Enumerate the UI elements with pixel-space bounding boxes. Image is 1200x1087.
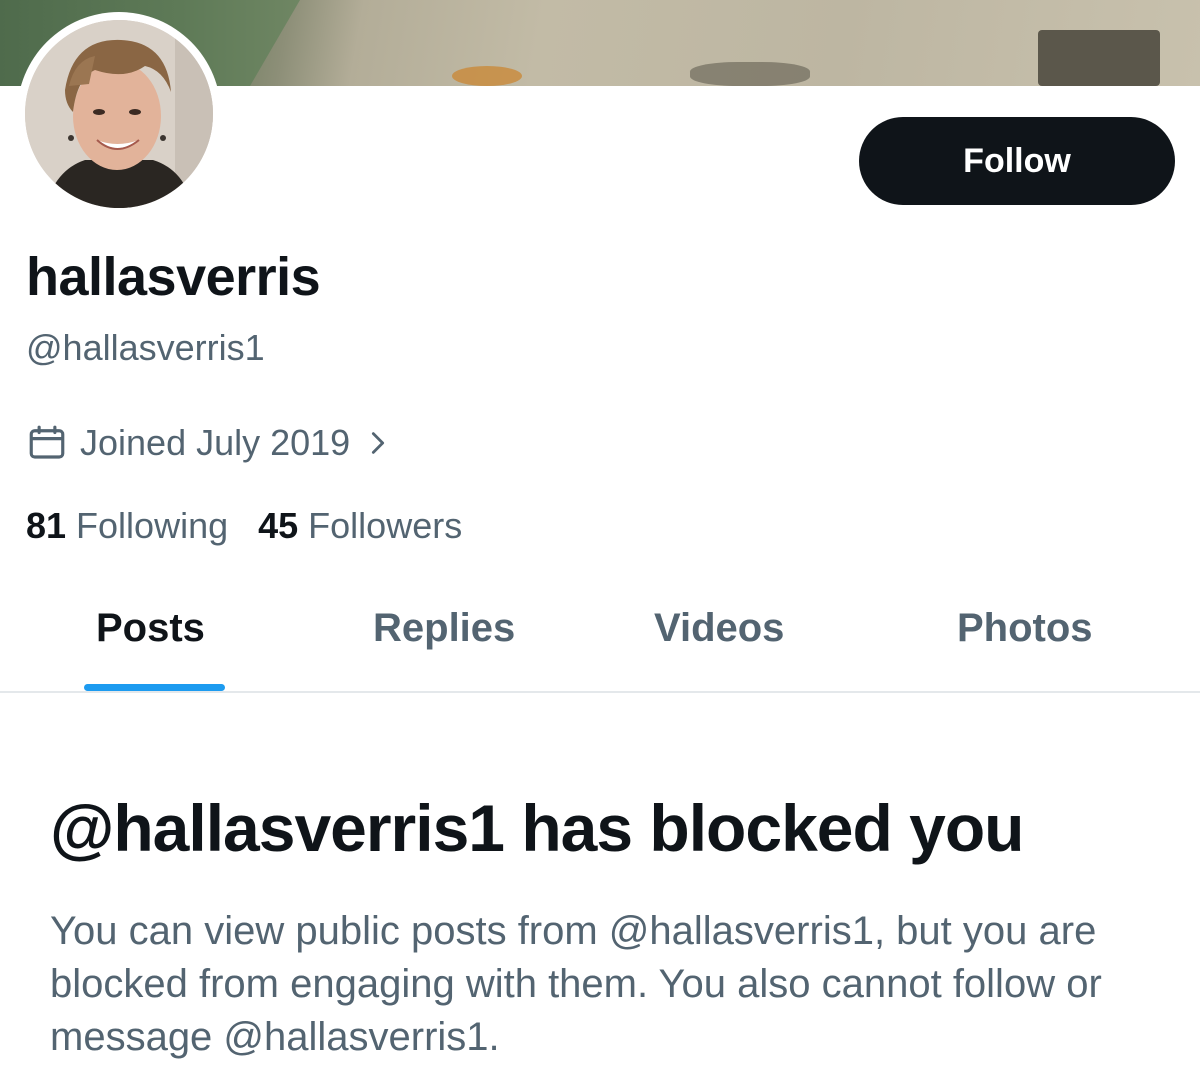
profile-tabs: Posts Replies Videos Photos: [0, 580, 1200, 693]
followers-label: Followers: [308, 505, 463, 546]
followers-link[interactable]: 45 Followers: [258, 505, 462, 547]
banner-shadow: [1038, 30, 1160, 86]
avatar-photo: [25, 20, 213, 208]
active-tab-indicator: [84, 684, 225, 691]
joined-date[interactable]: Joined July 2019: [26, 422, 392, 464]
following-count: 81: [26, 505, 67, 546]
avatar-portrait-image: [25, 20, 213, 208]
tab-replies[interactable]: Replies: [373, 606, 515, 651]
followers-count: 45: [258, 505, 299, 546]
joined-text: Joined July 2019: [80, 422, 351, 463]
follow-stats: 81 Following 45 Followers: [26, 505, 462, 547]
following-label: Following: [76, 505, 229, 546]
blocked-message: You can view public posts from @hallasve…: [50, 909, 1102, 1059]
display-name: hallasverris: [26, 247, 321, 307]
tab-videos[interactable]: Videos: [654, 606, 784, 651]
banner-detail: [690, 62, 810, 86]
tab-posts[interactable]: Posts: [96, 606, 205, 651]
chevron-right-icon: [372, 432, 385, 454]
profile-handle: @hallasverris1: [26, 327, 265, 368]
following-link[interactable]: 81 Following: [26, 505, 228, 547]
follow-button[interactable]: Follow: [859, 117, 1175, 205]
banner-detail: [452, 66, 522, 86]
avatar[interactable]: [17, 12, 221, 216]
blocked-title: @hallasverris1 has blocked you: [50, 791, 1024, 865]
tab-photos[interactable]: Photos: [957, 606, 1093, 651]
calendar-icon: [29, 425, 65, 459]
